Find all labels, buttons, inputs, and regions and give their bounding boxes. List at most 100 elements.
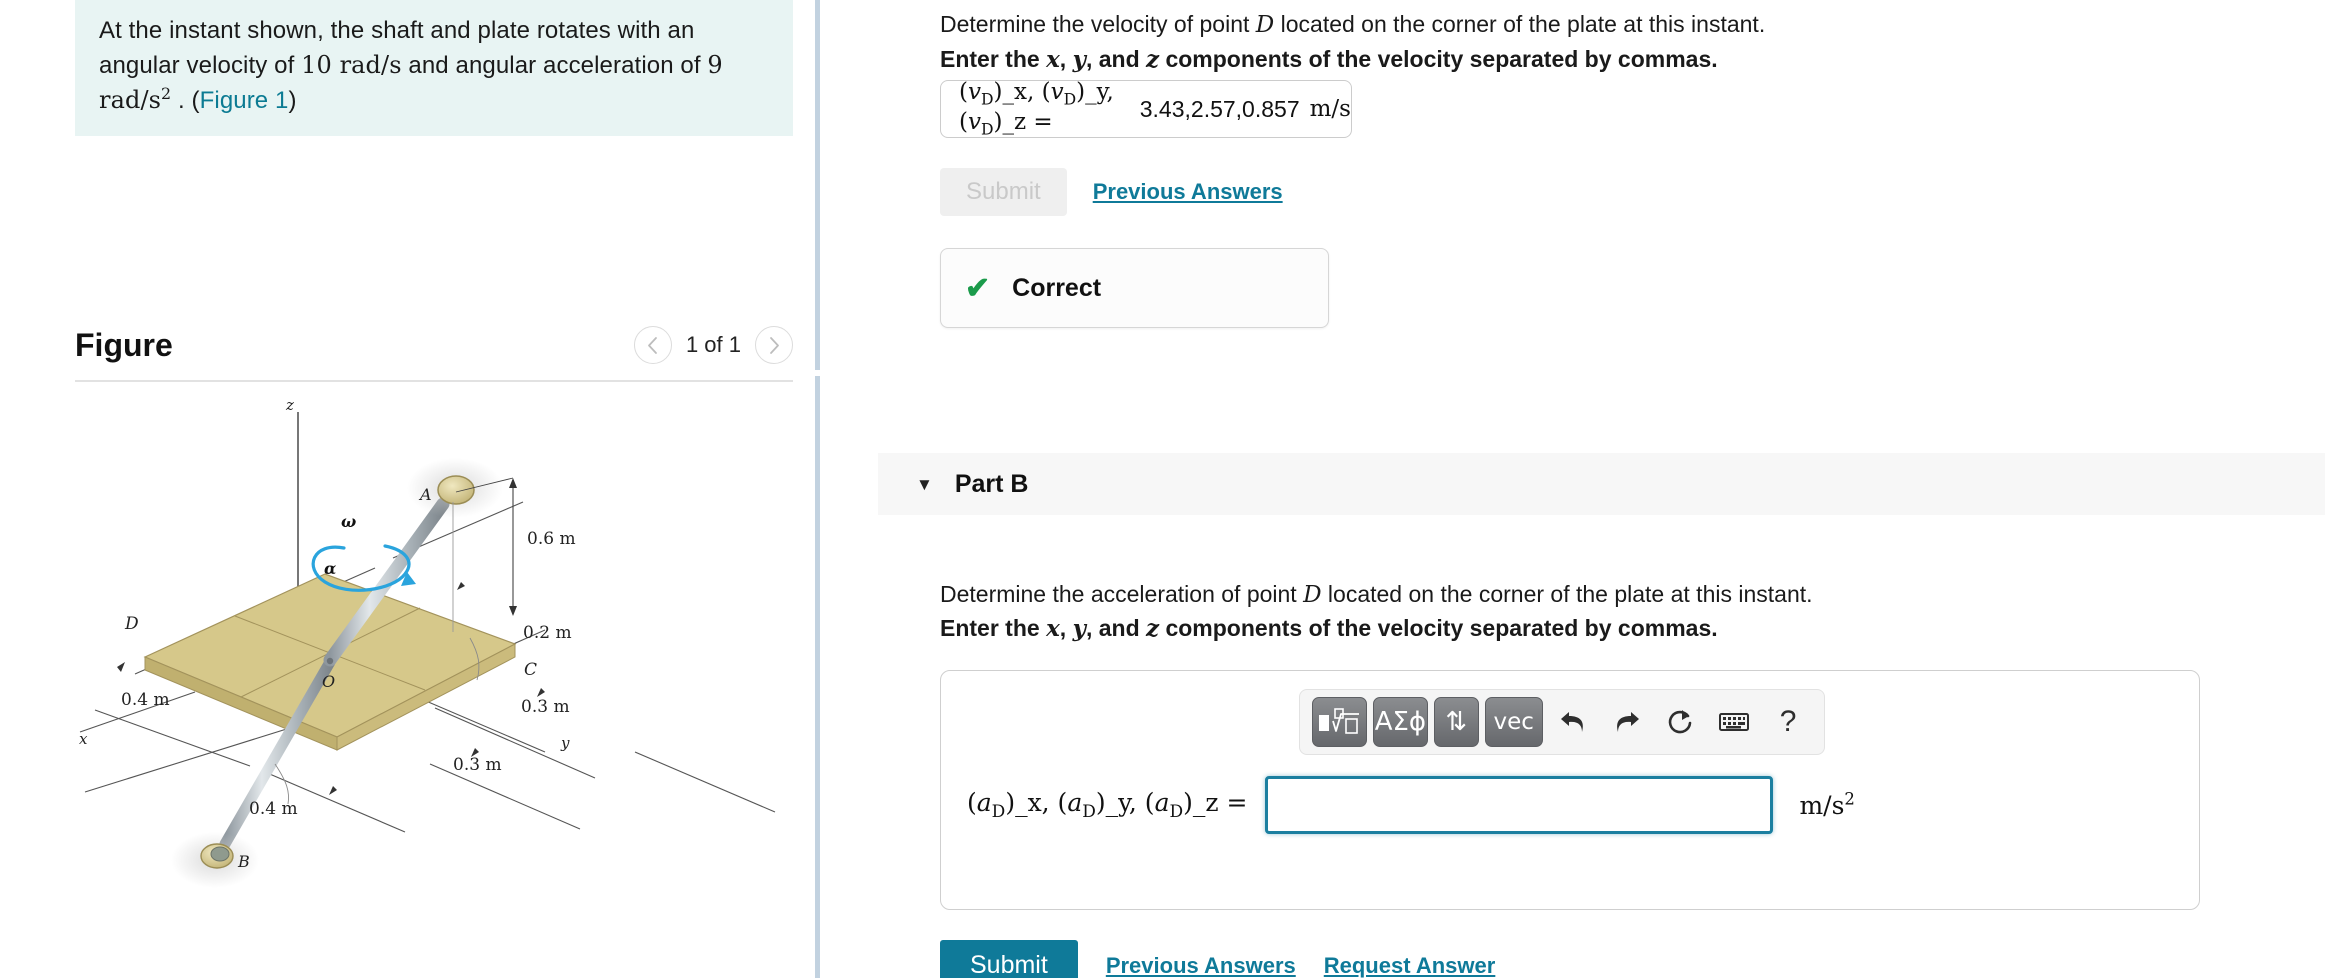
- part-b-title: Part B: [954, 469, 1029, 498]
- bearing-a: [437, 475, 475, 505]
- left-pane: At the instant shown, the shaft and plat…: [0, 0, 815, 978]
- undo-icon[interactable]: [1549, 697, 1597, 747]
- caret-down-icon[interactable]: ▼: [916, 476, 933, 493]
- part-a-question-pre: Determine the velocity of point: [940, 11, 1256, 37]
- part-b-answer-input[interactable]: [1265, 776, 1774, 834]
- dim-0-6m-label: 0.6 m: [527, 529, 576, 549]
- part-a-submit-button[interactable]: Submit: [940, 168, 1067, 216]
- chevron-right-icon: [769, 336, 779, 354]
- figure-next-button[interactable]: [755, 326, 793, 364]
- part-b-header[interactable]: ▼ Part B: [878, 453, 2325, 515]
- part-a-previous-answers-link[interactable]: Previous Answers: [1093, 179, 1283, 205]
- updown-arrow-label: ⇅: [1445, 707, 1468, 737]
- part-a-instruction-y: y: [1072, 46, 1086, 73]
- shaft-plate-diagram-svg: z x y B A O D C ω α 0.6 m 0.2 m 0.3 m 0.…: [79, 396, 776, 888]
- axis-y-label: y: [560, 734, 570, 752]
- keyboard-icon[interactable]: [1710, 697, 1758, 747]
- part-a-answer-value: 3.43,2.57,0.857: [1139, 95, 1300, 122]
- part-b-instruction-y: y: [1072, 615, 1086, 642]
- problem-statement-box: At the instant shown, the shaft and plat…: [75, 0, 793, 137]
- problem-statement-text: At the instant shown, the shaft and plat…: [99, 14, 769, 118]
- part-a-instruction-pre: Enter the: [940, 46, 1047, 72]
- part-b-instruction-c1: ,: [1059, 615, 1073, 641]
- point-D-label: D: [124, 614, 139, 634]
- axis-x-label: x: [79, 730, 88, 748]
- part-b-previous-answers-link[interactable]: Previous Answers: [1106, 953, 1296, 978]
- part-a-answer-box[interactable]: (vD)_x, (vD)_y, (vD)_z = 3.43,2.57,0.857…: [940, 79, 1352, 139]
- part-a-instruction-c1: ,: [1059, 46, 1073, 72]
- part-a-feedback-box: ✔ Correct: [940, 248, 1329, 328]
- part-b-question-pre: Determine the acceleration of point: [940, 581, 1304, 607]
- angular-acceleration-exponent: 2: [161, 84, 172, 104]
- part-a-question: Determine the velocity of point D locate…: [940, 10, 1765, 41]
- part-b-instruction-post: components of the velocity separated by …: [1159, 615, 1718, 641]
- point-C-label: C: [524, 660, 537, 680]
- axis-z-label: z: [285, 396, 294, 414]
- reset-icon-svg: [1669, 710, 1692, 734]
- figure-diagram: z x y B A O D C ω α 0.6 m 0.2 m 0.3 m 0.…: [75, 392, 793, 978]
- part-a-question-var: D: [1255, 12, 1275, 38]
- part-b-instruction-pre: Enter the: [940, 615, 1047, 641]
- redo-icon[interactable]: [1603, 697, 1651, 747]
- help-icon[interactable]: ?: [1764, 697, 1812, 747]
- part-b-question-var: D: [1303, 582, 1322, 608]
- point-O-label: O: [322, 672, 335, 691]
- vector-button[interactable]: vec: [1484, 697, 1543, 747]
- page-root: At the instant shown, the shaft and plat…: [0, 0, 2325, 978]
- omega-label: ω: [341, 512, 356, 531]
- part-a-question-post: located on the corner of the plate at th…: [1274, 11, 1766, 37]
- figure-prev-button[interactable]: [633, 326, 672, 364]
- part-b-request-answer-link[interactable]: Request Answer: [1324, 953, 1496, 978]
- math-toolbar: ΑΣϕ ⇅ vec ?: [1299, 689, 1825, 755]
- figure-page-indicator: 1 of 1: [685, 332, 741, 357]
- part-a-instruction-post: components of the velocity separated by …: [1159, 46, 1718, 72]
- template-icon[interactable]: [1312, 697, 1367, 747]
- part-b-instruction-x: x: [1046, 615, 1060, 642]
- part-a-answer-unit: m/s: [1309, 96, 1351, 122]
- angular-velocity-value: 10 rad/s: [301, 51, 402, 80]
- updown-arrow-button[interactable]: ⇅: [1433, 697, 1479, 747]
- part-b-question: Determine the acceleration of point D lo…: [940, 580, 1813, 611]
- problem-text-part3: . (: [171, 87, 200, 115]
- part-b-answer-unit: m/s2: [1799, 789, 1855, 820]
- greek-symbols-button[interactable]: ΑΣϕ: [1372, 697, 1428, 747]
- part-a-instruction-x: x: [1046, 46, 1060, 73]
- point-B-label: B: [237, 852, 250, 871]
- reset-icon[interactable]: [1657, 697, 1705, 747]
- dim-0-4m-b-label: 0.4 m: [249, 799, 298, 819]
- part-b-instruction-c2: , and: [1085, 615, 1147, 641]
- greek-symbols-label: ΑΣϕ: [1374, 707, 1427, 737]
- part-b-answer-card: ΑΣϕ ⇅ vec ? (aD)_x, (aD)_y, (aD)_z = m/s…: [940, 670, 2200, 910]
- problem-text-part2: and angular acceleration of: [401, 52, 708, 80]
- part-b-answer-unit-exponent: 2: [1844, 789, 1855, 809]
- figure-title: Figure: [75, 326, 173, 363]
- part-b-equation-row: (aD)_x, (aD)_y, (aD)_z = m/s2: [967, 776, 2177, 834]
- part-b-question-post: located on the corner of the plate at th…: [1321, 581, 1813, 607]
- chevron-left-icon: [648, 336, 658, 354]
- part-b-instruction-z: z: [1146, 615, 1160, 642]
- dim-0-3m-a-label: 0.3 m: [521, 697, 570, 717]
- undo-icon-svg: [1560, 712, 1583, 732]
- part-b-instruction: Enter the x, y, and z components of the …: [940, 614, 1718, 644]
- part-a-answer-label: (vD)_x, (vD)_y, (vD)_z =: [959, 79, 1114, 139]
- part-a-instruction: Enter the x, y, and z components of the …: [940, 45, 1718, 75]
- redo-icon-svg: [1616, 712, 1639, 732]
- checkmark-icon: ✔: [965, 271, 991, 305]
- dim-0-4m-a-label: 0.4 m: [121, 690, 170, 710]
- point-A-label: A: [418, 485, 432, 504]
- dim-0-3m-b-label: 0.3 m: [453, 755, 502, 775]
- figure-1-link[interactable]: Figure 1: [200, 87, 289, 114]
- dim-0-2m-label: 0.2 m: [523, 623, 572, 643]
- part-b-answer-label: (aD)_x, (aD)_y, (aD)_z =: [967, 788, 1248, 822]
- figure-header: Figure 1 of 1: [75, 310, 793, 382]
- part-a-instruction-z: z: [1146, 46, 1160, 73]
- part-a-feedback-status: Correct: [1012, 273, 1102, 302]
- template-icon-svg: [1319, 708, 1360, 734]
- part-a-instruction-c2: , and: [1085, 46, 1147, 72]
- part-a-button-row: Submit Previous Answers: [940, 168, 1283, 216]
- right-pane: Determine the velocity of point D locate…: [820, 0, 2325, 978]
- part-b-button-row: Submit Previous Answers Request Answer: [940, 940, 1495, 978]
- part-b-submit-button[interactable]: Submit: [940, 940, 1078, 978]
- figure-pagination: 1 of 1: [633, 326, 793, 364]
- bearing-b-inner: [210, 846, 230, 862]
